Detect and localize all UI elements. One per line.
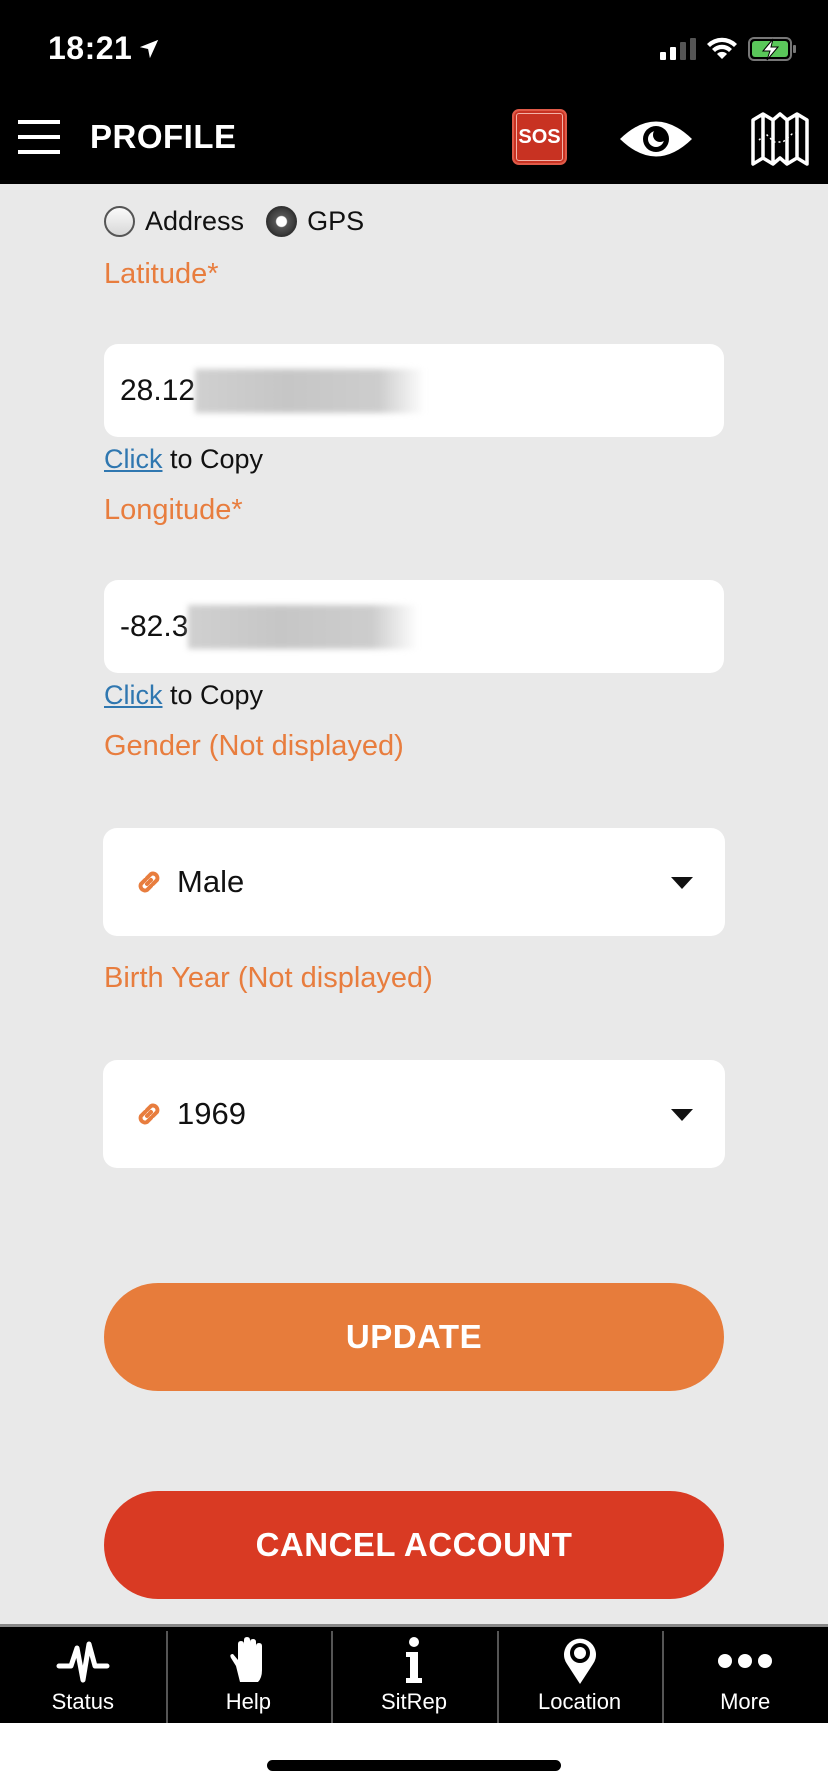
radio-gps-label[interactable]: GPS [307,206,364,237]
location-type-radio-group: Address GPS [104,206,386,237]
chevron-down-icon [671,877,693,889]
longitude-label: Longitude* [104,494,243,526]
app-header: PROFILE SOS [0,92,828,184]
tab-label: Location [537,1689,622,1714]
tab-label: SitRep [380,1689,447,1714]
tab-label: Status [51,1689,114,1714]
home-indicator[interactable] [267,1760,561,1771]
tab-label: More [720,1689,771,1714]
cancel-account-button[interactable]: CANCEL ACCOUNT [104,1491,724,1599]
tab-more[interactable]: More [662,1627,828,1723]
longitude-copy-link[interactable]: Click [104,680,163,710]
pulse-icon [56,1641,110,1683]
update-button[interactable]: UPDATE [104,1283,724,1391]
latitude-copy-link[interactable]: Click [104,444,163,474]
birth-year-value: 1969 [177,1096,246,1131]
gender-value: Male [177,864,245,899]
wifi-icon [707,37,737,59]
profile-form: Address GPS Latitude* 28.12 Click to Cop… [0,184,828,1624]
map-icon[interactable] [750,112,810,168]
longitude-value-redacted [188,604,419,649]
eye-icon[interactable] [618,118,694,160]
clock-text: 18:21 [48,30,133,66]
sos-button[interactable]: SOS [512,109,567,165]
map-pin-icon [563,1638,596,1684]
status-indicators [660,36,798,62]
signal-icon [660,38,696,60]
page-title: PROFILE [90,118,237,155]
tab-label: Help [225,1689,272,1714]
latitude-copy-row: Click to Copy [104,444,263,475]
radio-address[interactable] [104,206,135,237]
longitude-input[interactable]: -82.3 [104,580,724,673]
latitude-input[interactable]: 28.12 [104,344,724,437]
info-icon [405,1637,422,1683]
longitude-copy-row: Click to Copy [104,680,263,711]
location-arrow-icon [140,39,159,58]
tab-bar: Status Help SitRep Location More [0,1627,828,1723]
gender-select[interactable]: Male [103,828,725,936]
chevron-down-icon [671,1109,693,1121]
tab-location[interactable]: Location [496,1627,663,1723]
tab-sitrep[interactable]: SitRep [331,1627,497,1723]
status-time: 18:21 [48,30,160,67]
tab-help[interactable]: Help [165,1627,332,1723]
hamburger-menu-icon[interactable] [18,120,60,154]
copy-hint: to Copy [162,680,264,710]
latitude-value-redacted [195,368,426,413]
copy-hint: to Copy [162,444,264,474]
link-icon [138,871,160,893]
birth-year-select[interactable]: 1969 [103,1060,725,1168]
latitude-label: Latitude* [104,258,219,290]
latitude-value: 28.12 [120,373,196,407]
longitude-value: -82.3 [120,609,189,643]
radio-gps[interactable] [266,206,298,237]
battery-charging-icon [748,37,796,61]
birth-year-label: Birth Year (Not displayed) [104,962,433,994]
link-icon [138,1103,160,1125]
home-indicator-area [0,1723,828,1792]
status-bar: 18:21 [0,0,828,92]
more-dots-icon [718,1654,773,1668]
gender-label: Gender (Not displayed) [104,730,404,762]
tab-status[interactable]: Status [0,1627,166,1723]
radio-address-label[interactable]: Address [145,206,244,237]
hand-icon [230,1637,263,1682]
